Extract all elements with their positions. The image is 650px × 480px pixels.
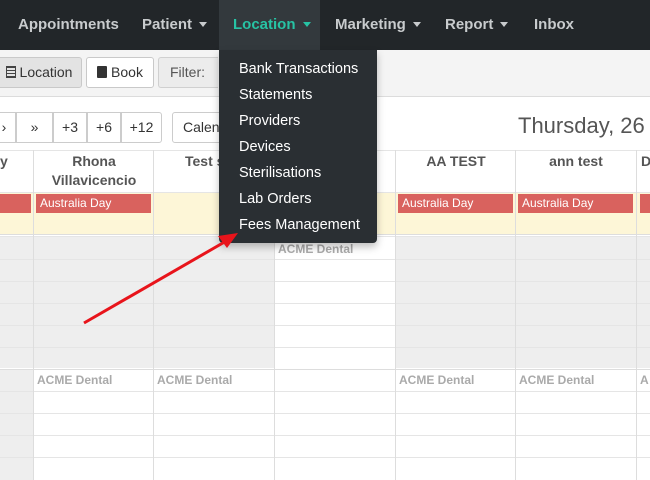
annotation-arrow — [83, 233, 238, 325]
arrow-line — [83, 238, 229, 325]
